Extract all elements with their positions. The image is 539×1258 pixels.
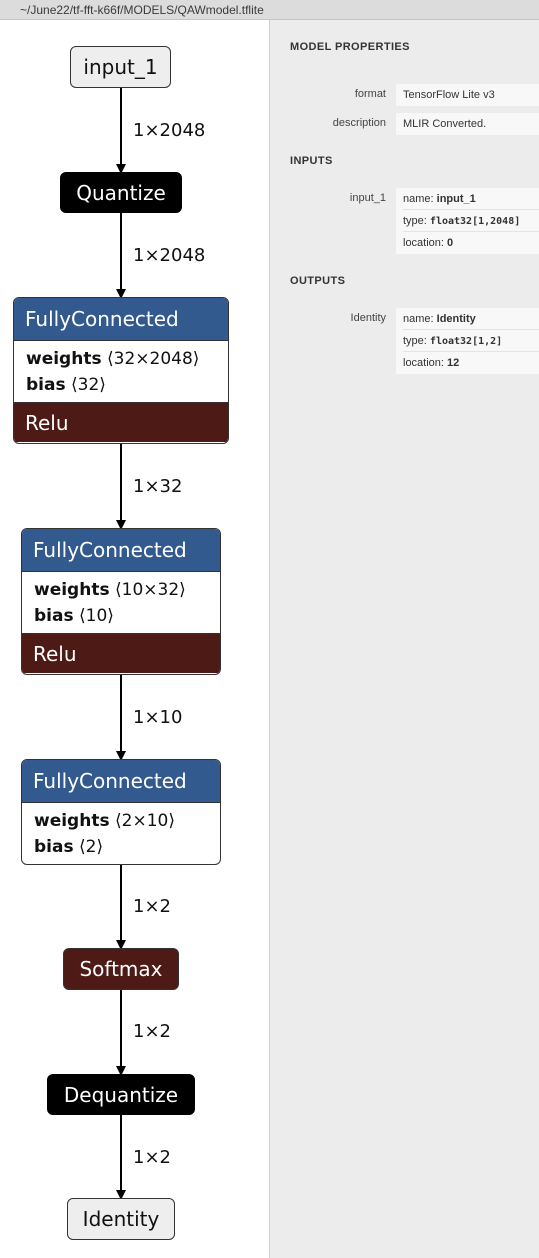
properties-sidebar: MODEL PROPERTIES format TensorFlow Lite … — [269, 20, 539, 1258]
edge-label: 1×32 — [133, 476, 183, 497]
input-location-value: 0 — [447, 237, 454, 249]
inputs-title: INPUTS — [290, 155, 333, 167]
output-name-value: Identity — [436, 313, 476, 325]
softmax-node[interactable]: Softmax — [63, 948, 179, 990]
window-title-path: ~/June22/tf-fft-k66f/MODELS/QAWmodel.tfl… — [0, 0, 539, 20]
fully-connected-node-2[interactable]: FullyConnected weights ⟨10×32⟩ bias ⟨10⟩… — [21, 528, 221, 675]
edge-label: 1×10 — [133, 707, 183, 728]
edge-label: 1×2 — [133, 1021, 171, 1042]
dequantize-node[interactable]: Dequantize — [47, 1074, 195, 1115]
bias-shape: ⟨2⟩ — [79, 837, 104, 857]
output-type-value: float32[1,2] — [429, 336, 503, 347]
node-attributes: weights ⟨2×10⟩ bias ⟨2⟩ — [22, 802, 220, 864]
weights-label: weights — [34, 580, 110, 600]
edge-label: 1×2048 — [133, 245, 206, 266]
bias-label: bias — [34, 837, 74, 857]
node-title: FullyConnected — [22, 529, 220, 571]
node-attributes: weights ⟨10×32⟩ bias ⟨10⟩ — [22, 571, 220, 633]
input-location-row: location: 0 — [403, 232, 539, 254]
relu-activation: Relu — [14, 402, 228, 442]
node-title: FullyConnected — [14, 298, 228, 340]
location-key: location: — [403, 357, 444, 369]
format-value: TensorFlow Lite v3 — [403, 89, 495, 101]
weights-label: weights — [34, 811, 110, 831]
description-value: MLIR Converted. — [403, 118, 487, 130]
model-properties-title: MODEL PROPERTIES — [290, 41, 410, 53]
input-type-row: type: float32[1,2048] — [403, 210, 539, 232]
fully-connected-node-3[interactable]: FullyConnected weights ⟨2×10⟩ bias ⟨2⟩ — [21, 759, 221, 865]
output-type-row: type: float32[1,2] — [403, 330, 539, 352]
edge-label: 1×2 — [133, 896, 171, 917]
name-key: name: — [403, 193, 434, 205]
weights-label: weights — [26, 349, 102, 369]
edge-label: 1×2048 — [133, 120, 206, 141]
weights-shape: ⟨32×2048⟩ — [107, 349, 200, 369]
output-location-row: location: 12 — [403, 352, 539, 374]
input-name-value: input_1 — [436, 193, 476, 205]
bias-label: bias — [34, 606, 74, 626]
output-name-row: name: Identity — [403, 308, 539, 330]
output-label: Identity — [350, 312, 386, 324]
node-attributes: weights ⟨32×2048⟩ bias ⟨32⟩ — [14, 340, 228, 402]
output-node[interactable]: Identity — [67, 1198, 175, 1240]
input-type-value: float32[1,2048] — [429, 216, 521, 227]
model-graph[interactable]: input_1 1×2048 Quantize 1×2048 FullyConn… — [0, 20, 269, 1258]
output-location-value: 12 — [447, 357, 460, 369]
name-key: name: — [403, 313, 434, 325]
format-value-box[interactable]: TensorFlow Lite v3 — [396, 84, 539, 106]
node-title: FullyConnected — [22, 760, 220, 802]
input-label: input_1 — [349, 192, 386, 204]
format-label: format — [354, 88, 386, 100]
relu-activation: Relu — [22, 633, 220, 673]
bias-shape: ⟨32⟩ — [71, 375, 106, 395]
bias-label: bias — [26, 375, 66, 395]
quantize-node[interactable]: Quantize — [60, 172, 182, 213]
input-node[interactable]: input_1 — [70, 46, 171, 88]
weights-shape: ⟨10×32⟩ — [115, 580, 186, 600]
type-key: type: — [403, 215, 427, 227]
description-label: description — [332, 117, 386, 129]
description-value-box[interactable]: MLIR Converted. — [396, 113, 539, 135]
outputs-title: OUTPUTS — [290, 275, 346, 287]
input-name-row: name: input_1 — [403, 188, 539, 210]
type-key: type: — [403, 335, 427, 347]
bias-shape: ⟨10⟩ — [79, 606, 114, 626]
weights-shape: ⟨2×10⟩ — [115, 811, 175, 831]
edge-label: 1×2 — [133, 1147, 171, 1168]
fully-connected-node-1[interactable]: FullyConnected weights ⟨32×2048⟩ bias ⟨3… — [13, 297, 229, 444]
output-details-box[interactable]: name: Identity type: float32[1,2] locati… — [396, 308, 539, 374]
input-details-box[interactable]: name: input_1 type: float32[1,2048] loca… — [396, 188, 539, 254]
location-key: location: — [403, 237, 444, 249]
